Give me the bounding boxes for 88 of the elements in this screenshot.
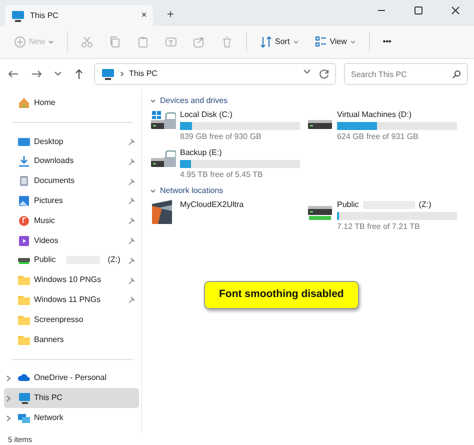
close-tab-button[interactable]: ×	[141, 8, 147, 23]
pin-icon	[128, 276, 135, 284]
annotation-label: Font smoothing disabled	[204, 281, 359, 309]
sidebar-item[interactable]: Home	[4, 93, 139, 113]
sort-button[interactable]: Sort	[254, 33, 305, 51]
folder-icon	[18, 274, 30, 286]
chevron-down-icon[interactable]	[150, 99, 156, 103]
chevron-down-icon	[350, 40, 356, 44]
forward-arrow-icon[interactable]	[31, 69, 42, 79]
scissors-icon	[81, 36, 94, 48]
pin-icon	[128, 178, 135, 185]
hard-drive-icon	[307, 120, 333, 130]
sidebar-item[interactable]: Videos	[4, 230, 139, 251]
sidebar-item[interactable]: Public (Z:)	[4, 250, 139, 270]
view-icon	[314, 36, 327, 48]
maximize-icon[interactable]	[414, 6, 423, 15]
pin-icon	[128, 296, 135, 304]
chevron-down-icon[interactable]	[303, 69, 311, 75]
drive-item[interactable]: MyCloudEX2Ultra	[150, 200, 307, 232]
share-icon	[193, 36, 206, 48]
desktop-icon	[18, 136, 30, 148]
sidebar-item[interactable]: Music	[4, 210, 139, 231]
drive-item[interactable]: Virtual Machines (D:) 624 GB free of 931 GB	[307, 110, 457, 142]
address-bar[interactable]: This PC	[94, 63, 336, 85]
breadcrumb-item[interactable]: This PC	[129, 68, 158, 80]
section-header[interactable]: Network locations	[160, 185, 224, 197]
download-icon	[18, 155, 30, 168]
section-header[interactable]: Devices and drives	[160, 95, 228, 107]
trash-icon	[221, 36, 234, 48]
drive-item[interactable]: Public (Z:) 7.12 TB free of 7.21 TB	[307, 200, 457, 232]
free-space-text: 839 GB free of 930 GB	[180, 132, 262, 142]
home-icon	[18, 96, 30, 109]
folder-icon	[18, 334, 30, 346]
sidebar-item[interactable]: Documents	[4, 171, 139, 192]
network-icon	[18, 412, 30, 424]
pictures-icon	[18, 195, 30, 208]
sidebar-item[interactable]: Windows 11 PNGs	[4, 290, 139, 310]
refresh-icon[interactable]	[319, 69, 329, 79]
chevron-down-icon[interactable]	[150, 189, 156, 193]
chevron-down-icon	[292, 40, 299, 44]
sidebar-item[interactable]: Desktop	[4, 132, 139, 152]
sidebar-item[interactable]: Network	[4, 408, 139, 428]
computer-icon	[18, 392, 30, 404]
free-space-text: 4.95 TB free of 5.45 TB	[180, 170, 264, 180]
pin-icon	[128, 138, 135, 146]
drive-item[interactable]: Backup (E:) 4.95 TB free of 5.45 TB	[150, 148, 307, 180]
pin-icon	[128, 237, 135, 244]
sidebar-item[interactable]: Downloads	[4, 152, 139, 172]
clipboard-icon	[137, 36, 150, 48]
sidebar-item[interactable]: Screenpresso	[4, 310, 139, 330]
plus-circle-icon	[14, 36, 26, 48]
free-space-text: 7.12 TB free of 7.21 TB	[337, 222, 421, 232]
chevron-right-icon[interactable]	[6, 374, 11, 382]
more-button[interactable]: •••	[376, 33, 398, 51]
search-field[interactable]: Search This PC	[344, 63, 468, 85]
computer-icon	[11, 10, 25, 22]
sidebar-item[interactable]: OneDrive - Personal	[4, 368, 139, 388]
document-icon	[18, 175, 30, 188]
chevron-right-icon	[120, 71, 124, 77]
chevron-right-icon[interactable]	[6, 394, 11, 402]
copy-icon	[109, 36, 122, 48]
music-icon	[18, 214, 30, 227]
pin-icon	[128, 158, 135, 165]
sidebar-item[interactable]: Windows 10 PNGs	[4, 270, 139, 290]
sidebar-item[interactable]: Pictures	[4, 191, 139, 211]
computer-icon	[101, 68, 115, 80]
search-icon	[452, 70, 461, 79]
tab-title: This PC	[30, 10, 58, 22]
pin-icon	[128, 217, 135, 224]
drive-item[interactable]: Local Disk (C:) 839 GB free of 930 GB	[150, 110, 307, 142]
folder-icon	[18, 314, 30, 326]
chevron-down-icon	[48, 40, 54, 44]
back-arrow-icon[interactable]	[8, 69, 19, 79]
up-arrow-icon[interactable]	[74, 69, 84, 79]
rename-icon	[165, 36, 178, 48]
sidebar-item[interactable]: Banners	[4, 330, 139, 350]
window-tab[interactable]: This PC ×	[5, 5, 153, 26]
sort-icon	[260, 36, 272, 48]
sidebar-item[interactable]: This PC	[4, 388, 139, 408]
free-space-text: 624 GB free of 931 GB	[337, 132, 420, 142]
view-button[interactable]: View	[308, 33, 362, 51]
video-icon	[18, 234, 30, 247]
pin-icon	[128, 197, 135, 204]
folder-icon	[18, 294, 30, 306]
new-tab-button[interactable]: +	[163, 5, 178, 23]
chevron-right-icon[interactable]	[6, 414, 11, 422]
close-icon[interactable]	[451, 6, 460, 15]
pin-icon	[128, 256, 135, 264]
